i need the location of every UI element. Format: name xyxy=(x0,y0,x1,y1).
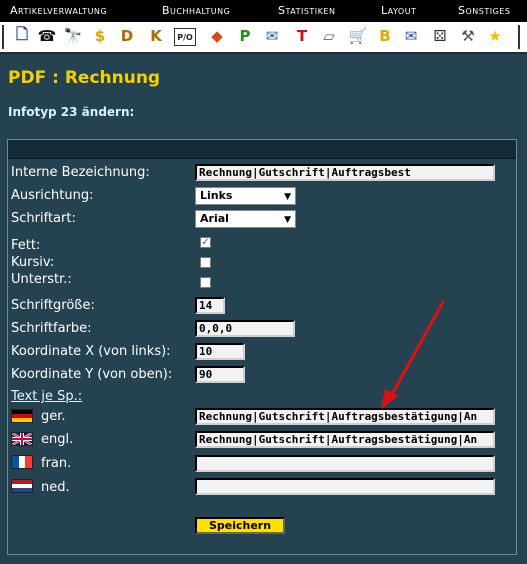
eraser-icon[interactable]: ▱ xyxy=(319,26,339,46)
p-icon[interactable]: P xyxy=(235,26,255,46)
german-flag-icon xyxy=(11,409,33,423)
text-input-fran[interactable] xyxy=(195,455,495,472)
text-je-sprache-link[interactable]: Text je Sp.: xyxy=(11,389,82,404)
menu-buchhaltung[interactable]: Buchhaltung xyxy=(162,4,230,17)
schriftgroesse-label: Schriftgröße: xyxy=(11,298,95,313)
schriftart-select[interactable]: Arial ▼ xyxy=(195,210,296,228)
dice-icon[interactable]: ⚄ xyxy=(430,26,450,46)
dutch-flag-icon xyxy=(11,479,33,493)
boxes-icon[interactable]: ◆ xyxy=(207,26,227,46)
lang-label-ger: ger. xyxy=(41,409,66,424)
star-icon[interactable]: ★ xyxy=(485,26,505,46)
schriftfarbe-input[interactable]: 0,0,0 xyxy=(195,320,295,337)
fett-label: Fett: xyxy=(11,238,41,253)
unterstr-checkbox[interactable] xyxy=(200,277,211,288)
chevron-down-icon: ▼ xyxy=(284,215,291,225)
ausrichtung-label: Ausrichtung: xyxy=(11,188,94,203)
ausrichtung-value: Links xyxy=(200,189,233,202)
toolbar-separator xyxy=(518,25,520,49)
hammer-icon[interactable]: ⚒ xyxy=(458,26,478,46)
text-input-ned[interactable] xyxy=(195,478,495,495)
newsletter-icon[interactable]: ✉ xyxy=(401,26,421,46)
schriftart-label: Schriftart: xyxy=(11,211,76,226)
ausrichtung-select[interactable]: Links ▼ xyxy=(195,187,296,205)
uk-flag-icon xyxy=(11,432,33,446)
interne-bezeichnung-input[interactable]: Rechnung|Gutschrift|Auftragsbest xyxy=(195,164,495,181)
dollar-icon[interactable]: $ xyxy=(90,26,110,46)
toolbar-separator xyxy=(2,25,4,49)
top-menu-bar: Artikelverwaltung Buchhaltung Statistike… xyxy=(0,0,527,22)
schriftfarbe-label: Schriftfarbe: xyxy=(11,321,92,336)
mail-edit-icon[interactable]: ✉ xyxy=(262,26,282,46)
t-icon[interactable]: T xyxy=(292,26,312,46)
chevron-down-icon: ▼ xyxy=(284,192,291,202)
fett-checkbox[interactable]: ✓ xyxy=(200,237,211,248)
french-flag-icon xyxy=(11,455,33,469)
save-button[interactable]: Speichern xyxy=(195,517,285,534)
menu-artikelverwaltung[interactable]: Artikelverwaltung xyxy=(10,4,107,17)
phone-icon[interactable]: ☎ xyxy=(37,26,57,46)
page-title: PDF : Rechnung xyxy=(8,68,161,88)
koordinate-x-input[interactable]: 10 xyxy=(195,343,245,360)
lang-label-engl: engl. xyxy=(41,432,74,447)
toolbar: 🗋 ☎ 🔭 $ D K P/O ◆ P ✉ T ▱ 🛒 B ✉ ⚄ ⚒ ★ xyxy=(0,22,527,54)
b-icon[interactable]: B xyxy=(375,26,395,46)
kursiv-checkbox[interactable] xyxy=(200,257,211,268)
kursiv-label: Kursiv: xyxy=(11,255,55,270)
text-input-ger[interactable]: Rechnung|Gutschrift|Auftragsbestätigung|… xyxy=(195,408,495,425)
text-input-engl[interactable]: Rechnung|Gutschrift|Auftragsbestätigung|… xyxy=(195,431,495,448)
koordinate-y-label: Koordinate Y (von oben): xyxy=(11,367,173,382)
form-panel-header xyxy=(8,140,516,159)
menu-sonstiges[interactable]: Sonstiges xyxy=(458,4,510,17)
interne-bezeichnung-label: Interne Bezeichnung: xyxy=(11,165,150,180)
unterstr-label: Unterstr.: xyxy=(11,272,72,287)
koordinate-y-input[interactable]: 90 xyxy=(195,366,245,383)
pio-icon[interactable]: P/O xyxy=(174,28,196,46)
menu-statistiken[interactable]: Statistiken xyxy=(278,4,335,17)
schriftgroesse-input[interactable]: 14 xyxy=(195,297,225,314)
new-document-icon[interactable]: 🗋 xyxy=(12,25,32,46)
customer-d-icon[interactable]: D xyxy=(117,26,137,46)
koordinate-x-label: Koordinate X (von links): xyxy=(11,344,171,359)
menu-layout[interactable]: Layout xyxy=(381,4,416,17)
lang-label-fran: fran. xyxy=(41,456,72,471)
page-subtitle: Infotyp 23 ändern: xyxy=(8,105,135,119)
lang-label-ned: ned. xyxy=(41,480,70,495)
customer-k-icon[interactable]: K xyxy=(146,26,166,46)
binoculars-icon[interactable]: 🔭 xyxy=(63,26,83,46)
cart-icon[interactable]: 🛒 xyxy=(348,26,368,46)
schriftart-value: Arial xyxy=(200,212,229,225)
